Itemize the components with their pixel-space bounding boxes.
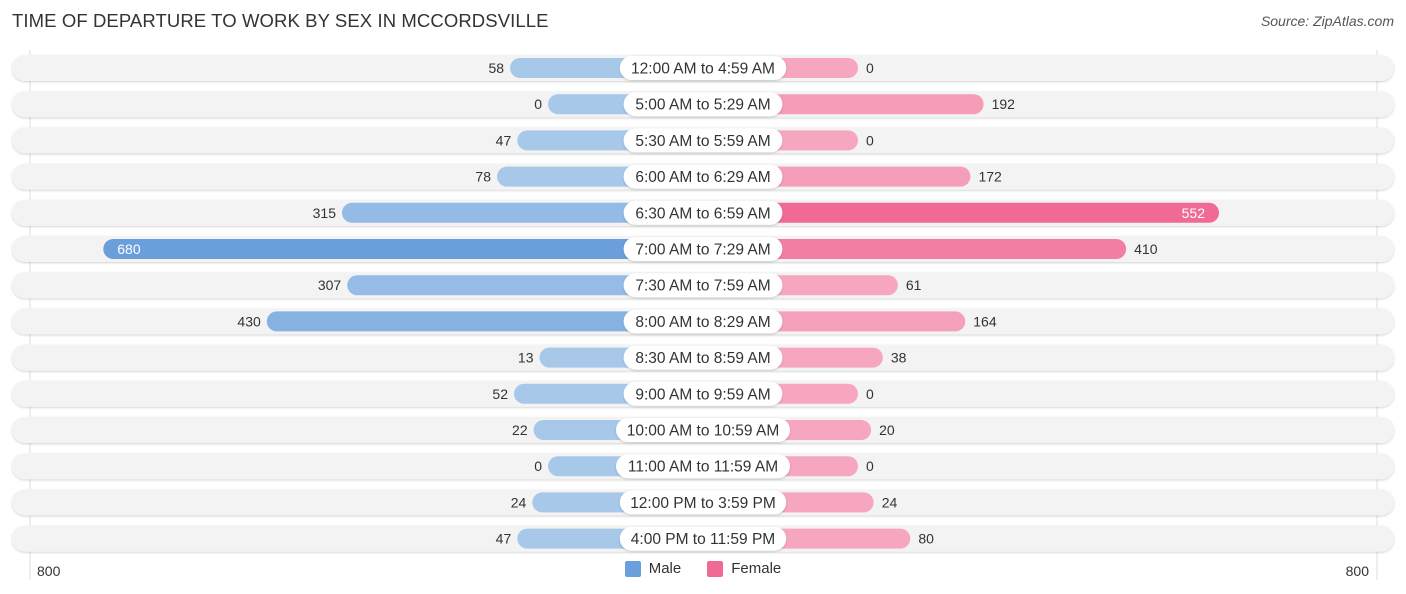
male-value-label: 430 [237,313,261,329]
female-value-label: 24 [882,494,898,510]
male-value-label: 47 [496,531,512,547]
female-value-label: 20 [879,422,895,438]
category-label: 6:30 AM to 6:59 AM [635,205,770,222]
male-value-label: 24 [511,494,527,510]
male-value-label: 22 [512,422,528,438]
female-value-label: 0 [866,458,874,474]
chart-row: 12:00 AM to 4:59 AM 58 0 [12,55,1394,81]
chart-row: 7:30 AM to 7:59 AM 307 61 [12,272,1394,299]
category-label: 10:00 AM to 10:59 AM [627,423,780,440]
chart-row: 8:00 AM to 8:29 AM 430 164 [12,308,1394,335]
chart-row: 5:00 AM to 5:29 AM 0 192 [12,91,1394,118]
chart-row: 6:00 AM to 6:29 AM 78 172 [12,163,1394,190]
female-value-label: 38 [891,350,907,366]
chart-row: 6:30 AM to 6:59 AM 315 552 [12,199,1394,226]
male-value-label: 0 [534,96,542,112]
chart-area: 12:00 AM to 4:59 AM58 05:00 AM to 5:29 AM… [12,50,1394,580]
category-label: 4:00 PM to 11:59 PM [631,531,775,548]
category-label: 12:00 AM to 4:59 AM [631,61,775,78]
female-value-label: 552 [1182,205,1206,221]
category-label: 5:00 AM to 5:29 AM [635,97,770,114]
category-label: 8:00 AM to 8:29 AM [635,314,770,331]
female-swatch-icon [707,560,724,577]
female-value-label: 192 [992,96,1016,112]
male-value-label: 13 [518,350,534,366]
chart-row: 7:00 AM to 7:29 AM 680 410 [12,236,1394,262]
chart-row: 5:30 AM to 5:59 AM 47 0 [12,127,1394,154]
chart-row: 12:00 PM to 3:59 PM 24 24 [12,489,1394,516]
male-bar[interactable] [103,239,703,259]
female-value-label: 0 [866,386,874,402]
category-label: 11:00 AM to 11:59 AM [628,459,778,476]
male-value-label: 52 [492,386,508,402]
male-value-label: 47 [496,132,512,148]
female-value-label: 172 [978,169,1002,185]
category-label: 7:30 AM to 7:59 AM [635,278,770,295]
category-label: 9:00 AM to 9:59 AM [635,386,770,403]
male-value-label: 307 [318,277,342,293]
male-value-label: 680 [117,241,141,257]
male-value-label: 58 [488,60,504,76]
legend: Male Female [0,560,1406,577]
category-label: 8:30 AM to 8:59 AM [635,350,770,367]
legend-item-male[interactable]: Male [624,560,682,577]
male-value-label: 315 [313,205,337,221]
male-value-label: 0 [534,458,542,474]
male-value-label: 78 [475,169,491,185]
female-value-label: 0 [866,132,874,148]
female-value-label: 61 [906,277,922,293]
legend-female-label: Female [731,560,782,577]
chart-row: 9:00 AM to 9:59 AM 52 0 [12,380,1394,407]
chart-row: 4:00 PM to 11:59 PM 47 80 [12,525,1394,552]
legend-male-label: Male [648,560,682,577]
male-swatch-icon [624,560,641,577]
female-value-label: 80 [918,531,934,547]
category-label: 7:00 AM to 7:29 AM [635,242,770,259]
female-value-label: 410 [1134,241,1158,257]
category-label: 5:30 AM to 5:59 AM [635,133,770,150]
legend-item-female[interactable]: Female [707,560,781,577]
chart-row: 10:00 AM to 10:59 AM 22 20 [12,417,1394,443]
female-value-label: 164 [973,313,997,329]
chart-row: 8:30 AM to 8:59 AM 13 38 [12,344,1394,371]
category-label: 6:00 AM to 6:29 AM [635,169,770,186]
female-value-label: 0 [866,60,874,76]
chart-row: 11:00 AM to 11:59 AM 0 0 [12,453,1394,480]
category-label: 12:00 PM to 3:59 PM [630,495,776,512]
